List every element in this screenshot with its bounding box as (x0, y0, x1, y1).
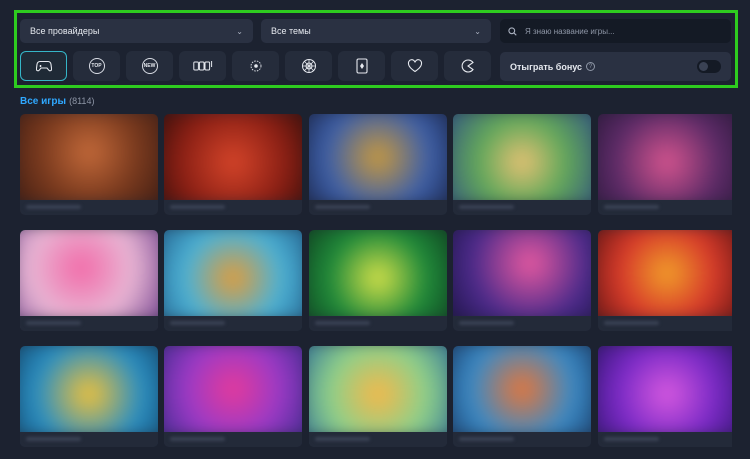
game-caption (309, 431, 447, 447)
game-caption (453, 199, 591, 215)
game-tile[interactable] (20, 346, 158, 447)
games-count: (8114) (69, 96, 95, 106)
game-tile[interactable] (164, 230, 302, 331)
all-games-link[interactable]: Все игры (20, 96, 66, 107)
game-thumbnail (164, 230, 302, 323)
live-dot-icon (250, 60, 261, 72)
game-caption-placeholder (604, 320, 659, 325)
game-caption-placeholder (170, 436, 225, 441)
game-tile[interactable] (20, 230, 158, 331)
game-thumbnail (309, 114, 447, 207)
chevron-down-icon: ⌄ (236, 26, 243, 36)
wager-bonus-toggle[interactable] (697, 60, 721, 73)
game-thumbnail (453, 230, 591, 323)
games-grid (20, 114, 732, 459)
pacman-icon (461, 59, 474, 73)
game-tile[interactable] (453, 114, 591, 215)
category-slots-button[interactable] (179, 51, 226, 81)
chevron-down-icon: ⌄ (474, 26, 481, 36)
game-tile[interactable] (164, 346, 302, 447)
search-input[interactable] (523, 25, 723, 37)
providers-dropdown-label: Все провайдеры (30, 26, 100, 36)
game-caption (164, 199, 302, 215)
game-caption (309, 199, 447, 215)
game-caption-placeholder (315, 436, 370, 441)
top-badge-icon: TOP (88, 58, 105, 74)
game-caption (164, 315, 302, 331)
game-thumbnail (453, 346, 591, 439)
game-caption (164, 431, 302, 447)
themes-dropdown[interactable]: Все темы ⌄ (261, 19, 491, 43)
game-caption-placeholder (170, 320, 225, 325)
game-thumbnail (309, 230, 447, 323)
game-thumbnail (164, 346, 302, 439)
search-icon (508, 26, 517, 36)
game-tile[interactable] (20, 114, 158, 215)
game-tile[interactable] (309, 346, 447, 447)
toggle-knob (699, 62, 708, 71)
game-tile[interactable] (598, 114, 732, 215)
wager-bonus-row: Отыграть бонус ? (500, 52, 731, 81)
category-arcade-button[interactable] (444, 51, 491, 81)
game-caption (453, 431, 591, 447)
category-top-button[interactable]: TOP (73, 51, 120, 81)
game-caption-placeholder (26, 320, 81, 325)
game-caption-placeholder (459, 320, 514, 325)
game-thumbnail (20, 230, 158, 323)
game-caption-placeholder (26, 436, 81, 441)
game-caption (598, 431, 732, 447)
new-badge-icon: NEW (141, 58, 158, 74)
game-caption (598, 315, 732, 331)
game-tile[interactable] (453, 230, 591, 331)
game-tile[interactable] (598, 230, 732, 331)
game-caption (453, 315, 591, 331)
slot-machine-icon (192, 61, 212, 71)
game-caption-placeholder (604, 204, 659, 209)
wager-bonus-label: Отыграть бонус (510, 61, 583, 72)
game-thumbnail (20, 114, 158, 207)
heart-icon (407, 59, 422, 73)
category-roulette-button[interactable] (285, 51, 332, 81)
playing-card-icon (355, 58, 368, 74)
game-tile[interactable] (164, 114, 302, 215)
game-tile[interactable] (309, 114, 447, 215)
themes-dropdown-label: Все темы (271, 26, 311, 36)
game-tile[interactable] (453, 346, 591, 447)
game-caption-placeholder (315, 320, 370, 325)
game-caption-placeholder (26, 204, 81, 209)
category-new-button[interactable]: NEW (126, 51, 173, 81)
game-thumbnail (164, 114, 302, 207)
providers-dropdown[interactable]: Все провайдеры ⌄ (20, 19, 253, 43)
game-thumbnail (598, 346, 732, 439)
game-thumbnail (598, 230, 732, 323)
game-search[interactable] (500, 19, 731, 43)
game-caption (598, 199, 732, 215)
game-tile[interactable] (598, 346, 732, 447)
gamepad-icon (35, 60, 52, 72)
game-caption-placeholder (604, 436, 659, 441)
category-live-button[interactable] (232, 51, 279, 81)
category-all-games-button[interactable] (20, 51, 67, 81)
game-caption (20, 315, 158, 331)
category-cards-button[interactable] (338, 51, 385, 81)
game-caption (309, 315, 447, 331)
game-tile[interactable] (309, 230, 447, 331)
game-thumbnail (453, 114, 591, 207)
section-title: Все игры (8114) (20, 96, 94, 107)
game-caption-placeholder (170, 204, 225, 209)
help-icon[interactable]: ? (586, 62, 596, 71)
game-thumbnail (598, 114, 732, 207)
game-caption-placeholder (459, 204, 514, 209)
game-thumbnail (309, 346, 447, 439)
game-caption (20, 431, 158, 447)
roulette-icon (301, 59, 316, 73)
category-favorites-button[interactable] (391, 51, 438, 81)
game-caption (20, 199, 158, 215)
game-caption-placeholder (459, 436, 514, 441)
game-thumbnail (20, 346, 158, 439)
game-caption-placeholder (315, 204, 370, 209)
